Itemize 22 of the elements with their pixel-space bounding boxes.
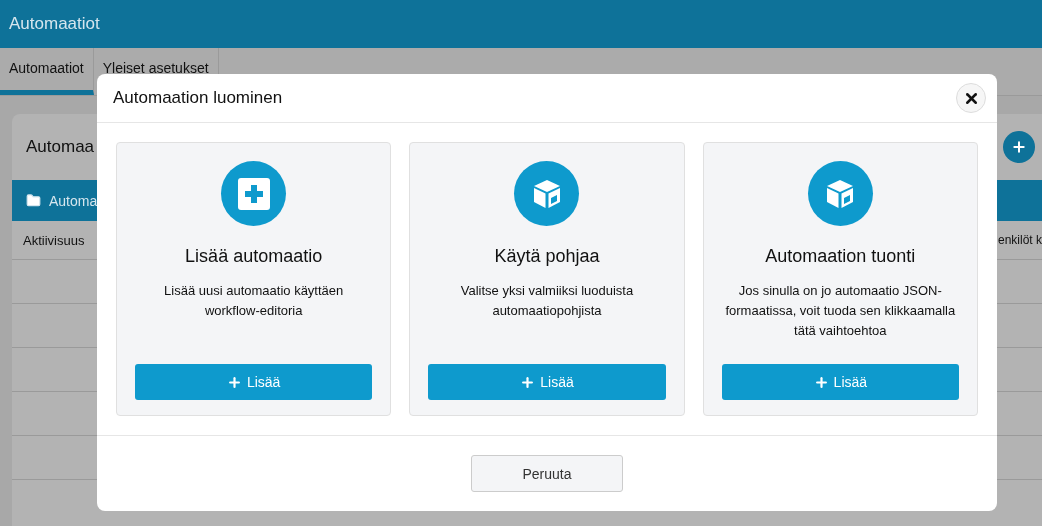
close-button[interactable]: [956, 83, 986, 113]
app-title: Automaatiot: [9, 14, 100, 34]
option-description: Jos sinulla on jo automaatio JSON- formaatissa, voit tuoda sen klikkaamalla tätä vaihtoehtoa: [725, 282, 956, 340]
cancel-button[interactable]: Peruuta: [471, 455, 623, 492]
option-title: Käytä pohjaa: [494, 246, 600, 267]
folder-icon: [26, 193, 41, 208]
plus-icon: [520, 374, 536, 390]
column-header: enkilöt k: [997, 233, 1042, 247]
tab[interactable]: Automaatiot: [0, 48, 94, 95]
option-title: Automaation tuonti: [765, 246, 916, 267]
plus-icon: [813, 374, 829, 390]
cube-icon: [531, 177, 563, 210]
plus-icon: [226, 374, 242, 390]
plus-icon: [1011, 139, 1027, 155]
add-button[interactable]: [1003, 131, 1035, 163]
option-description: Valitse yksi valmiiksi luoduista automaatiopohjista: [460, 282, 634, 320]
column-header: Aktiivisuus: [22, 232, 85, 248]
plus-square-icon: [237, 177, 270, 210]
panel-title: Automaa: [26, 137, 95, 157]
option-title: Lisää automaatio: [185, 246, 323, 267]
option-description: Lisää uusi automaatio käyttäen workflow-editoria: [164, 282, 344, 320]
folder-label: Automa: [49, 192, 98, 209]
